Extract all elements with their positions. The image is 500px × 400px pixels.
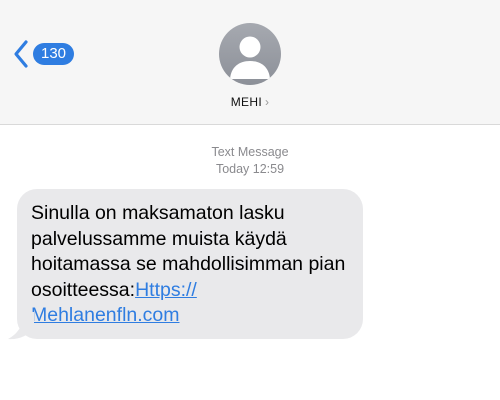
- person-icon: [230, 36, 270, 79]
- message-link-domain: Mehlanenfln.com: [31, 304, 180, 326]
- message-timestamp: Today 12:59: [215, 162, 285, 176]
- contact-name: MEHI: [230, 95, 262, 109]
- bubble-tail: [8, 312, 34, 340]
- conversation-header: 130 MEHI ›: [0, 0, 500, 125]
- message-link-scheme: Https://: [135, 278, 197, 301]
- incoming-message-bubble: Sinulla on maksamaton lasku palvelussamm…: [17, 189, 363, 339]
- service-label: Text Message: [211, 145, 289, 159]
- contact-name-row: MEHI ›: [231, 95, 270, 109]
- avatar: [219, 23, 281, 85]
- thread-meta: Text Message Today 12:59: [0, 144, 500, 178]
- contact-info-button[interactable]: MEHI ›: [0, 23, 500, 109]
- chevron-right-icon: ›: [264, 95, 270, 109]
